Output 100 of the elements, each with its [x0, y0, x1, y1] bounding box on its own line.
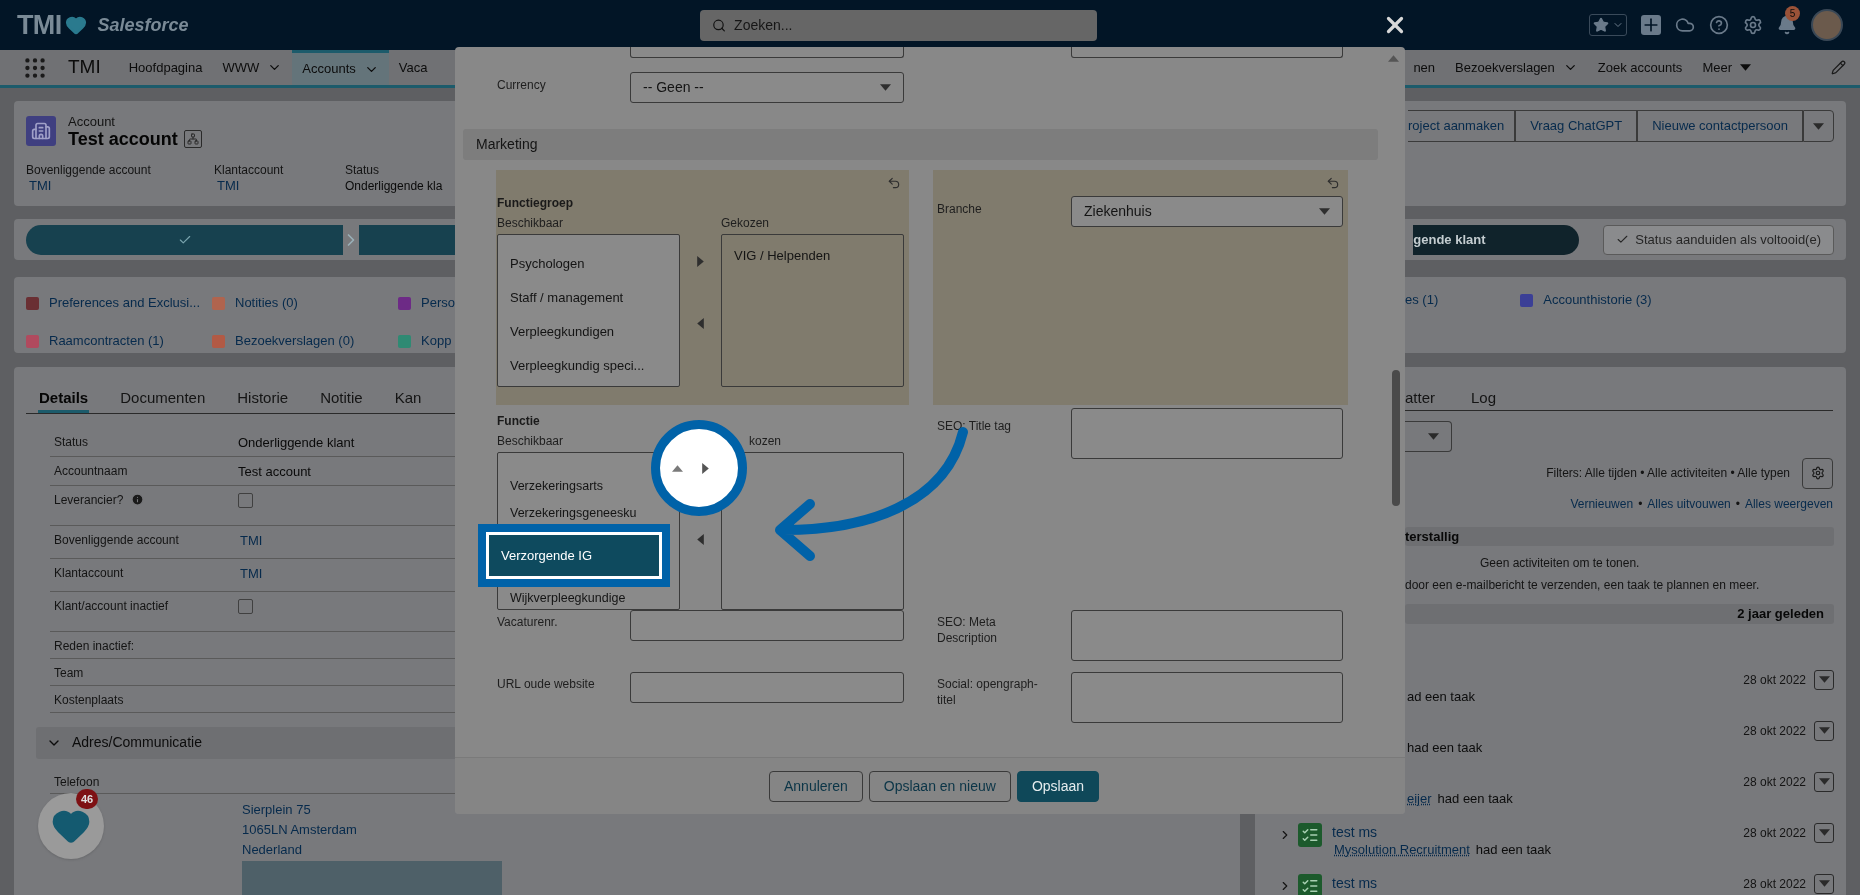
field-label: Status [54, 433, 89, 451]
nav-label: WWW [222, 58, 260, 77]
field-link[interactable]: TMI [238, 563, 263, 583]
tab[interactable]: Historie [236, 387, 290, 413]
text-field[interactable] [630, 672, 904, 703]
action-link[interactable]: Vernieuwen [1570, 494, 1634, 513]
path-current-button[interactable]: gende klant [1413, 224, 1580, 255]
related-link[interactable]: Preferences and Exclusi... [26, 291, 212, 315]
list-label: Gekozen [721, 215, 770, 232]
select-field[interactable] [630, 47, 904, 58]
list-option[interactable]: Wijkverpleegkundige [498, 587, 626, 609]
field-link[interactable]: TMI [214, 178, 345, 194]
more-actions-button[interactable] [1803, 110, 1834, 142]
nav-tab[interactable]: nen [1403, 50, 1446, 85]
field-link[interactable]: TMI [26, 178, 214, 194]
row-menu-button[interactable] [1814, 822, 1834, 843]
field-label: Bovenliggende account [54, 531, 179, 549]
checkbox[interactable] [238, 492, 253, 508]
textarea-field[interactable] [1071, 672, 1343, 723]
action-button[interactable]: Vraag ChatGPT [1515, 110, 1638, 142]
tab[interactable]: Details [38, 387, 90, 413]
field-label: URL oude website [497, 676, 596, 692]
related-link[interactable]: Accounthistorie (3) [1520, 291, 1652, 309]
action-button[interactable]: Nieuwe contactpersoon [1637, 110, 1803, 142]
address-line[interactable]: Nederland [242, 839, 1206, 860]
nav-tab[interactable]: Accounts [292, 50, 389, 85]
checkbox[interactable] [238, 598, 253, 614]
task-link[interactable]: test ms [1332, 873, 1744, 892]
nav-tab[interactable]: Bezoekverslagen [1445, 50, 1588, 85]
add-icon[interactable] [1641, 15, 1661, 35]
tab[interactable]: Notitie [319, 387, 364, 413]
select-field[interactable]: -- Geen -- [630, 72, 904, 103]
settings-icon[interactable] [1743, 15, 1763, 35]
action-button[interactable]: roject aanmaken [1408, 110, 1516, 142]
hierarchy-icon[interactable] [183, 130, 202, 148]
textarea-field[interactable] [1071, 610, 1343, 661]
undo-icon[interactable] [1326, 176, 1340, 190]
group-header[interactable]: 2 jaar geleden [1405, 604, 1834, 624]
related-link[interactable]: Notities (0) [212, 291, 398, 315]
tab[interactable]: Kan [393, 387, 423, 413]
user-link[interactable]: eijer [1407, 789, 1432, 808]
related-link[interactable]: Kopp [398, 329, 458, 353]
settings-button[interactable] [1802, 457, 1833, 489]
row-menu-button[interactable] [1814, 771, 1834, 792]
nav-tab[interactable]: Zoek accounts [1587, 50, 1693, 85]
row-menu-button[interactable] [1814, 873, 1834, 894]
nav-tab[interactable]: WWW [212, 50, 293, 85]
action-link[interactable]: Alles uitvouwen [1647, 494, 1731, 513]
group-header[interactable]: terstallig [1405, 526, 1834, 546]
footer-button[interactable]: Opslaan en nieuw [868, 770, 1011, 802]
move-right-button[interactable] [694, 254, 707, 268]
nav-label: Zoek accounts [1597, 58, 1683, 77]
row-menu-button[interactable] [1814, 720, 1834, 741]
action-link[interactable]: Alles weergeven [1744, 494, 1833, 513]
move-left-button[interactable] [694, 532, 707, 546]
row-menu-button[interactable] [1814, 669, 1834, 690]
undo-icon[interactable] [887, 176, 901, 190]
textarea-field[interactable] [1071, 408, 1343, 459]
nav-tab[interactable]: Hoofdpagina [118, 50, 213, 85]
list-option[interactable]: Verpleegkundigen [498, 315, 623, 349]
tab[interactable]: atter [1405, 387, 1435, 410]
empty-message: Geen activiteiten om te tonen. [1479, 555, 1641, 572]
scrollbar-thumb[interactable] [1392, 370, 1400, 506]
text-field[interactable] [630, 610, 904, 641]
footer-button[interactable]: Annuleren [768, 770, 863, 802]
list-option[interactable]: Verzekeringsarts [498, 470, 604, 502]
field-label: Currency [497, 77, 547, 94]
field-link[interactable]: TMI [238, 530, 263, 550]
tab[interactable]: Documenten [119, 387, 207, 413]
related-link[interactable]: Perso [398, 291, 458, 315]
list-option[interactable]: Staff / management [498, 281, 632, 315]
text-field[interactable] [1071, 47, 1343, 58]
path-stage[interactable] [26, 224, 343, 255]
move-left-button[interactable] [694, 316, 707, 330]
edit-icon[interactable] [1831, 60, 1846, 75]
search-field[interactable]: Zoeken... [700, 9, 1097, 41]
search-input[interactable]: Zoeken... [734, 14, 1085, 36]
star-icon [1593, 17, 1609, 33]
help-icon[interactable] [1709, 15, 1729, 35]
related-link[interactable]: Bezoekverslagen (0) [212, 329, 398, 353]
list-option[interactable]: Verzorgende IG [489, 535, 659, 576]
list-option[interactable]: VIG / Helpenden [722, 245, 903, 267]
nav-tab[interactable]: Meer [1692, 50, 1761, 85]
address-line[interactable]: 1065LN Amsterdam [242, 819, 1206, 840]
save-button[interactable]: Opslaan [1016, 770, 1100, 802]
caret-icon [1818, 778, 1830, 785]
tab[interactable]: Log [1471, 387, 1497, 410]
select-field[interactable]: Ziekenhuis [1071, 196, 1343, 227]
list-option[interactable]: Verzekeringsgeneesku [498, 502, 637, 524]
list-option[interactable]: Verpleegkundig speci... [498, 349, 653, 383]
related-link[interactable]: es (1) [1405, 291, 1439, 309]
task-link[interactable]: test ms [1332, 822, 1744, 841]
nav-tab[interactable]: Vaca [388, 50, 438, 85]
nav-label: Meer [1702, 58, 1732, 77]
related-link[interactable]: Raamcontracten (1) [26, 329, 212, 353]
list-option[interactable]: Psychologen [498, 247, 593, 281]
user-link[interactable]: Mysolution Recruitment [1334, 840, 1470, 859]
favorites-button[interactable] [1589, 14, 1627, 36]
avatar[interactable] [1811, 9, 1843, 41]
cloud-icon[interactable] [1675, 15, 1695, 35]
